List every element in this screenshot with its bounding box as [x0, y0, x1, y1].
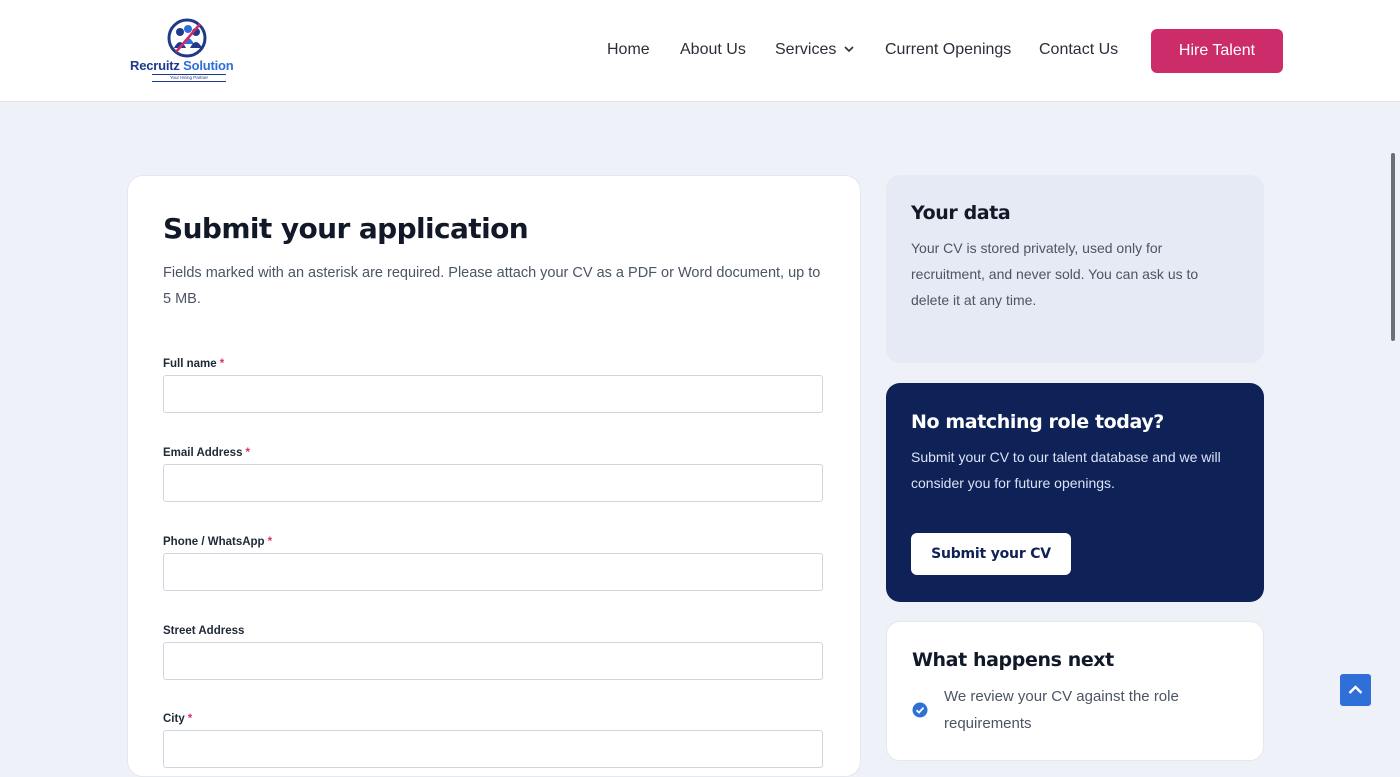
- street-address-input[interactable]: [163, 642, 823, 680]
- full-name-input[interactable]: [163, 375, 823, 413]
- required-marker: *: [219, 358, 225, 370]
- phone-input[interactable]: [163, 553, 823, 591]
- logo-wordmark: Recruitz Solution: [130, 58, 246, 73]
- form-intro: Fields marked with an asterisk are requi…: [163, 265, 821, 307]
- email-input[interactable]: [163, 464, 823, 502]
- what-happens-next-card: What happens next We review your CV agai…: [886, 621, 1264, 761]
- required-marker: *: [245, 447, 250, 459]
- logo[interactable]: Recruitz Solution Your Hiring Partner: [130, 18, 246, 82]
- email-label-text: Email Address: [163, 447, 243, 459]
- back-to-top-button[interactable]: [1340, 674, 1371, 706]
- submit-cv-button[interactable]: Submit your CV: [911, 533, 1071, 575]
- nav-contact-us[interactable]: Contact Us: [1039, 41, 1118, 59]
- full-name-label-text: Full name: [163, 358, 217, 370]
- your-data-title: Your data: [911, 202, 1011, 224]
- what-happens-next-title: What happens next: [912, 649, 1114, 671]
- logo-name-part1: Recruitz: [130, 58, 180, 73]
- application-form-card: Submit your application Fields marked wi…: [127, 175, 861, 777]
- page-scrollbar-thumb[interactable]: [1391, 153, 1395, 341]
- phone-label-text: Phone / WhatsApp: [163, 536, 265, 548]
- nav-home[interactable]: Home: [607, 41, 650, 59]
- your-data-card: Your data Your CV is stored privately, u…: [886, 175, 1264, 363]
- nav-about-us[interactable]: About Us: [680, 41, 746, 59]
- your-data-text: Your CV is stored privately, used only f…: [911, 240, 1199, 308]
- hire-talent-button[interactable]: Hire Talent: [1151, 29, 1283, 73]
- city-label-text: City: [163, 713, 185, 725]
- required-marker: *: [187, 713, 193, 725]
- check-circle-icon: [912, 702, 928, 718]
- nav-services[interactable]: Services: [775, 41, 854, 59]
- logo-tagline: Your Hiring Partner: [152, 74, 226, 82]
- site-header: Recruitz Solution Your Hiring Partner Ho…: [0, 0, 1400, 102]
- nav-current-openings[interactable]: Current Openings: [885, 41, 1011, 59]
- city-input[interactable]: [163, 730, 823, 768]
- city-label: City *: [163, 713, 192, 725]
- email-label: Email Address *: [163, 447, 250, 459]
- no-matching-role-text: Submit your CV to our talent database an…: [911, 449, 1221, 491]
- form-title: Submit your application: [163, 212, 529, 245]
- required-marker: *: [267, 536, 273, 548]
- next-step-text: We review your CV against the role requi…: [944, 688, 1179, 732]
- no-matching-role-title: No matching role today?: [911, 411, 1164, 433]
- street-address-label: Street Address: [163, 625, 244, 637]
- logo-people-icon: [167, 18, 207, 58]
- nav-services-label: Services: [775, 41, 837, 58]
- chevron-up-icon: [1348, 685, 1363, 694]
- street-address-label-text: Street Address: [163, 625, 245, 637]
- phone-label: Phone / WhatsApp *: [163, 536, 272, 548]
- full-name-label: Full name *: [163, 358, 224, 370]
- no-matching-role-card: No matching role today? Submit your CV t…: [886, 383, 1264, 602]
- logo-name-part2: Solution: [183, 58, 234, 73]
- chevron-down-icon: [844, 46, 854, 53]
